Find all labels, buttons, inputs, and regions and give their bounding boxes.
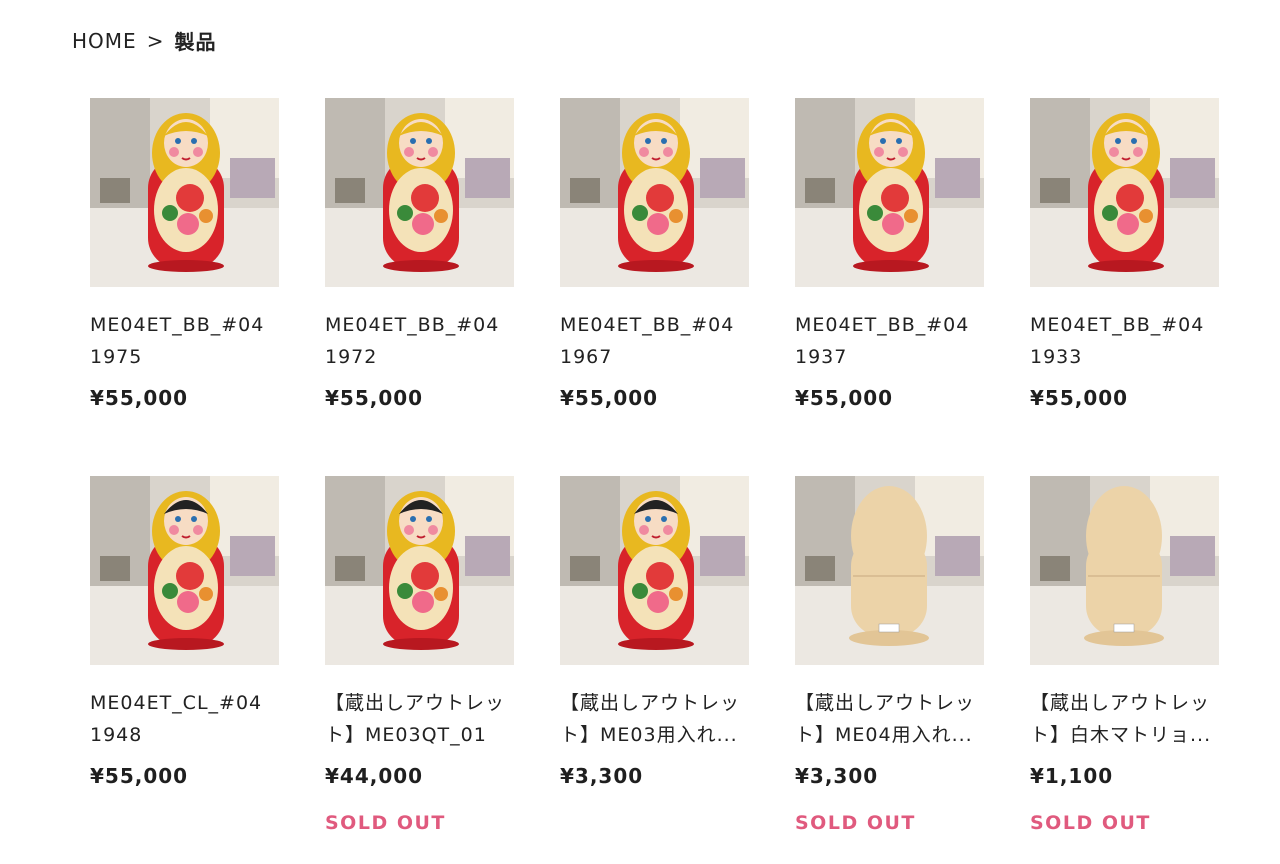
product-title[interactable]: ME04ET_BB_#04 1933 [1030, 309, 1219, 373]
sold-out-badge: SOLD OUT [325, 812, 446, 834]
product-price: ¥55,000 [795, 386, 894, 410]
product-card[interactable]: ME04ET_BB_#04 1933 ¥55,000 [1030, 98, 1219, 476]
product-title[interactable]: ME04ET_BB_#04 1972 [325, 309, 514, 373]
product-price: ¥3,300 [560, 764, 644, 788]
product-title[interactable]: ME04ET_BB_#04 1967 [560, 309, 749, 373]
product-price: ¥55,000 [325, 386, 424, 410]
breadcrumb-current: 製品 [174, 30, 217, 54]
product-price: ¥55,000 [90, 386, 189, 410]
product-card[interactable]: ME04ET_CL_#04 1948 ¥55,000 [90, 476, 279, 854]
product-image[interactable] [560, 476, 749, 665]
product-card[interactable]: 【蔵出しアウトレット】白木マトリョ... ¥1,100 SOLD OUT [1030, 476, 1219, 854]
product-image[interactable] [795, 476, 984, 665]
product-grid: ME04ET_BB_#04 1975 ¥55,000 ME04ET_BB_#04 … [90, 98, 1219, 854]
product-title[interactable]: 【蔵出しアウトレット】ME03用入れ... [560, 687, 749, 751]
product-price: ¥1,100 [1030, 764, 1114, 788]
product-title[interactable]: ME04ET_BB_#04 1937 [795, 309, 984, 373]
product-card[interactable]: 【蔵出しアウトレット】ME04用入れ... ¥3,300 SOLD OUT [795, 476, 984, 854]
product-image[interactable] [325, 98, 514, 287]
product-price: ¥55,000 [1030, 386, 1129, 410]
product-title[interactable]: ME04ET_BB_#04 1975 [90, 309, 279, 373]
sold-out-badge: SOLD OUT [1030, 812, 1151, 834]
breadcrumb-home-link[interactable]: HOME [72, 29, 137, 53]
product-image[interactable] [90, 476, 279, 665]
product-image[interactable] [795, 98, 984, 287]
product-card[interactable]: ME04ET_BB_#04 1975 ¥55,000 [90, 98, 279, 476]
product-price: ¥44,000 [325, 764, 424, 788]
product-title[interactable]: 【蔵出しアウトレット】白木マトリョ... [1030, 687, 1219, 751]
product-image[interactable] [1030, 98, 1219, 287]
breadcrumb: HOME > 製品 [72, 26, 216, 55]
product-card[interactable]: ME04ET_BB_#04 1972 ¥55,000 [325, 98, 514, 476]
product-card[interactable]: ME04ET_BB_#04 1967 ¥55,000 [560, 98, 749, 476]
product-price: ¥55,000 [560, 386, 659, 410]
breadcrumb-separator: > [146, 28, 165, 53]
product-image[interactable] [560, 98, 749, 287]
product-price: ¥55,000 [90, 764, 189, 788]
product-price: ¥3,300 [795, 764, 879, 788]
product-title[interactable]: 【蔵出しアウトレット】ME03QT_01 [325, 687, 514, 751]
product-card[interactable]: ME04ET_BB_#04 1937 ¥55,000 [795, 98, 984, 476]
product-title[interactable]: ME04ET_CL_#04 1948 [90, 687, 279, 751]
product-card[interactable]: 【蔵出しアウトレット】ME03QT_01 ¥44,000 SOLD OUT [325, 476, 514, 854]
product-card[interactable]: 【蔵出しアウトレット】ME03用入れ... ¥3,300 [560, 476, 749, 854]
product-image[interactable] [325, 476, 514, 665]
product-image[interactable] [1030, 476, 1219, 665]
sold-out-badge: SOLD OUT [795, 812, 916, 834]
product-title[interactable]: 【蔵出しアウトレット】ME04用入れ... [795, 687, 984, 751]
product-image[interactable] [90, 98, 279, 287]
